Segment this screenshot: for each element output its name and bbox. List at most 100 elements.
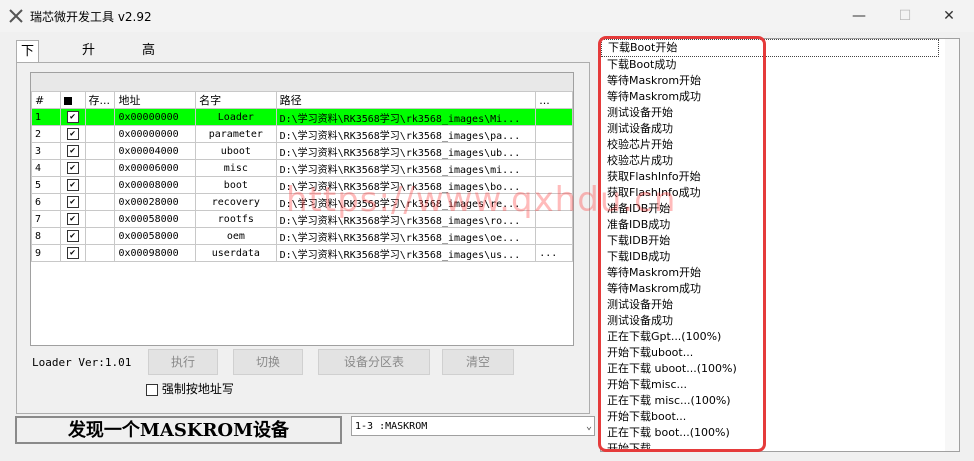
col-check[interactable] bbox=[59, 91, 86, 109]
row-storage[interactable] bbox=[84, 108, 116, 126]
row-address[interactable]: 0x00000000 bbox=[114, 108, 197, 126]
row-more[interactable] bbox=[535, 159, 573, 177]
force-addr-checkbox[interactable] bbox=[146, 383, 158, 396]
row-path[interactable]: D:\学习资料\RK3568学习\rk3568_images\mi... bbox=[275, 159, 537, 177]
row-path[interactable]: D:\学习资料\RK3568学习\rk3568_images\re... bbox=[275, 193, 537, 211]
minimize-button[interactable]: — bbox=[836, 4, 882, 28]
row-more[interactable] bbox=[535, 142, 573, 160]
row-checkbox-icon[interactable] bbox=[66, 111, 79, 123]
row-checkbox-icon[interactable] bbox=[66, 145, 79, 157]
row-path[interactable]: D:\学习资料\RK3568学习\rk3568_images\oe... bbox=[275, 227, 537, 245]
row-address[interactable]: 0x00058000 bbox=[114, 210, 197, 228]
row-index[interactable]: 6 bbox=[31, 193, 61, 211]
tab-upgrade-firmware[interactable]: 升级固件 bbox=[78, 40, 99, 124]
row-more[interactable] bbox=[535, 227, 573, 245]
row-more[interactable] bbox=[535, 108, 573, 126]
row-path[interactable]: D:\学习资料\RK3568学习\rk3568_images\bo... bbox=[275, 176, 537, 194]
log-scrollbar[interactable] bbox=[945, 39, 959, 451]
row-checkbox[interactable] bbox=[59, 125, 86, 143]
table-row[interactable]: 9 0x00098000userdataD:\学习资料\RK3568学习\rk35… bbox=[31, 244, 573, 262]
row-address[interactable]: 0x00058000 bbox=[114, 227, 197, 245]
row-address[interactable]: 0x00000000 bbox=[114, 125, 197, 143]
tab-advanced[interactable]: 高级功能 bbox=[138, 40, 159, 124]
row-more[interactable] bbox=[535, 125, 573, 143]
close-button[interactable]: ✕ bbox=[926, 4, 972, 28]
device-select[interactable]: 1-3 :MASKROM ⌄ bbox=[351, 416, 595, 436]
row-name[interactable]: rootfs bbox=[195, 210, 277, 228]
row-address[interactable]: 0x00008000 bbox=[114, 176, 197, 194]
row-checkbox[interactable] bbox=[59, 193, 86, 211]
table-row[interactable]: 1 0x00000000LoaderD:\学习资料\RK3568学习\rk3568… bbox=[31, 108, 573, 126]
row-name[interactable]: parameter bbox=[195, 125, 277, 143]
row-index[interactable]: 5 bbox=[31, 176, 61, 194]
row-checkbox[interactable] bbox=[59, 227, 86, 245]
row-storage[interactable] bbox=[84, 125, 116, 143]
row-name[interactable]: boot bbox=[195, 176, 277, 194]
row-path[interactable]: D:\学习资料\RK3568学习\rk3568_images\Mi... bbox=[275, 108, 537, 126]
row-storage[interactable] bbox=[84, 142, 116, 160]
row-storage[interactable] bbox=[84, 159, 116, 177]
row-storage[interactable] bbox=[84, 227, 116, 245]
row-path[interactable]: D:\学习资料\RK3568学习\rk3568_images\ro... bbox=[275, 210, 537, 228]
row-checkbox-icon[interactable] bbox=[66, 247, 79, 259]
row-checkbox-icon[interactable] bbox=[66, 162, 79, 174]
clear-button[interactable]: 清空 bbox=[442, 349, 514, 375]
col-address[interactable]: 地址 bbox=[114, 91, 197, 109]
table-row[interactable]: 6 0x00028000recoveryD:\学习资料\RK3568学习\rk35… bbox=[31, 193, 573, 211]
run-button[interactable]: 执行 bbox=[148, 349, 218, 375]
check-all-icon[interactable] bbox=[63, 96, 72, 105]
row-checkbox[interactable] bbox=[59, 159, 86, 177]
row-index[interactable]: 3 bbox=[31, 142, 61, 160]
col-index[interactable]: # bbox=[31, 91, 61, 109]
row-index[interactable]: 7 bbox=[31, 210, 61, 228]
row-address[interactable]: 0x00098000 bbox=[114, 244, 197, 262]
log-panel[interactable]: 下载Boot开始 下载Boot成功 等待Maskrom开始 等待Maskrom成功 测试… bbox=[600, 38, 960, 452]
row-index[interactable]: 9 bbox=[31, 244, 61, 262]
row-storage[interactable] bbox=[84, 193, 116, 211]
row-checkbox[interactable] bbox=[59, 176, 86, 194]
row-path[interactable]: D:\学习资料\RK3568学习\rk3568_images\ub... bbox=[275, 142, 537, 160]
row-index[interactable]: 2 bbox=[31, 125, 61, 143]
table-row[interactable]: 5 0x00008000bootD:\学习资料\RK3568学习\rk3568_i… bbox=[31, 176, 573, 194]
col-more[interactable]: ... bbox=[535, 91, 573, 109]
row-checkbox-icon[interactable] bbox=[66, 213, 79, 225]
row-checkbox-icon[interactable] bbox=[66, 230, 79, 242]
partition-table-button[interactable]: 设备分区表 bbox=[318, 349, 430, 375]
row-checkbox-icon[interactable] bbox=[66, 128, 79, 140]
row-path[interactable]: D:\学习资料\RK3568学习\rk3568_images\us... bbox=[275, 244, 537, 262]
table-row[interactable]: 3 0x00004000ubootD:\学习资料\RK3568学习\rk3568_… bbox=[31, 142, 573, 160]
row-more[interactable] bbox=[535, 193, 573, 211]
col-name[interactable]: 名字 bbox=[195, 91, 277, 109]
row-checkbox-icon[interactable] bbox=[66, 179, 79, 191]
row-index[interactable]: 8 bbox=[31, 227, 61, 245]
row-checkbox-icon[interactable] bbox=[66, 196, 79, 208]
row-checkbox[interactable] bbox=[59, 210, 86, 228]
row-address[interactable]: 0x00004000 bbox=[114, 142, 197, 160]
row-checkbox[interactable] bbox=[59, 244, 86, 262]
tab-download-image[interactable]: 下载镜像 bbox=[16, 40, 40, 125]
row-more[interactable] bbox=[535, 176, 573, 194]
row-name[interactable]: uboot bbox=[195, 142, 277, 160]
table-row[interactable]: 7 0x00058000rootfsD:\学习资料\RK3568学习\rk3568… bbox=[31, 210, 573, 228]
row-storage[interactable] bbox=[84, 244, 116, 262]
switch-button[interactable]: 切换 bbox=[233, 349, 303, 375]
table-row[interactable]: 4 0x00006000miscD:\学习资料\RK3568学习\rk3568_i… bbox=[31, 159, 573, 177]
col-path[interactable]: 路径 bbox=[275, 91, 537, 109]
row-more[interactable] bbox=[535, 210, 573, 228]
row-storage[interactable] bbox=[84, 176, 116, 194]
row-index[interactable]: 1 bbox=[31, 108, 61, 126]
chevron-down-icon[interactable]: ⌄ bbox=[586, 417, 592, 437]
table-row[interactable]: 2 0x00000000parameterD:\学习资料\RK3568学习\rk3… bbox=[31, 125, 573, 143]
row-path[interactable]: D:\学习资料\RK3568学习\rk3568_images\pa... bbox=[275, 125, 537, 143]
row-checkbox[interactable] bbox=[59, 142, 86, 160]
col-storage[interactable]: 存... bbox=[84, 91, 116, 109]
row-storage[interactable] bbox=[84, 210, 116, 228]
row-address[interactable]: 0x00006000 bbox=[114, 159, 197, 177]
row-checkbox[interactable] bbox=[59, 108, 86, 126]
row-address[interactable]: 0x00028000 bbox=[114, 193, 197, 211]
table-row[interactable]: 8 0x00058000oemD:\学习资料\RK3568学习\rk3568_im… bbox=[31, 227, 573, 245]
force-addr-option[interactable]: 强制按地址写 bbox=[146, 380, 234, 397]
row-name[interactable]: oem bbox=[195, 227, 277, 245]
maximize-button[interactable]: ☐ bbox=[882, 4, 928, 28]
row-name[interactable]: Loader bbox=[195, 108, 277, 126]
